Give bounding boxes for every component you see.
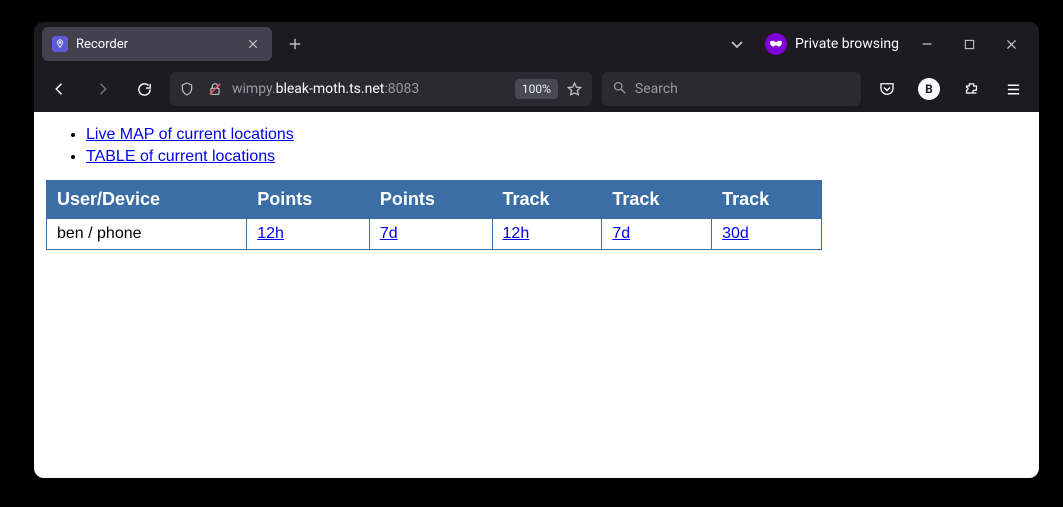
track-7d-link[interactable]: 7d [612,225,630,242]
top-links-list: Live MAP of current locations TABLE of c… [46,126,1027,166]
bookmark-star-icon[interactable] [564,81,586,98]
col-header: Track [492,181,602,219]
list-item: TABLE of current locations [86,148,1027,166]
tab-bar: Recorder Private browsing [34,22,1039,66]
search-icon [612,80,627,99]
points-12h-link[interactable]: 12h [257,225,284,242]
track-12h-link[interactable]: 12h [503,225,530,242]
private-browsing-indicator: Private browsing [765,33,899,55]
nav-toolbar: wimpy.bleak-moth.ts.net:8083 100% Search… [34,66,1039,112]
browser-window: Recorder Private browsing [34,22,1039,478]
window-minimize-icon[interactable] [913,30,941,58]
lock-insecure-icon[interactable] [204,81,226,97]
url-bar[interactable]: wimpy.bleak-moth.ts.net:8083 100% [170,72,592,106]
window-close-icon[interactable] [997,30,1025,58]
device-label: ben / phone [47,219,247,250]
col-header: Track [712,181,822,219]
devices-table: User/Device Points Points Track Track Tr… [46,180,822,250]
track-30d-link[interactable]: 30d [722,225,749,242]
col-header: Points [247,181,370,219]
list-item: Live MAP of current locations [86,126,1027,144]
extensions-icon[interactable] [955,73,987,105]
new-tab-button[interactable] [280,29,310,59]
url-text: wimpy.bleak-moth.ts.net:8083 [232,81,509,97]
zoom-badge[interactable]: 100% [515,79,558,99]
window-maximize-icon[interactable] [955,30,983,58]
menu-icon[interactable] [997,73,1029,105]
private-browsing-label: Private browsing [795,36,899,52]
col-header: Track [602,181,712,219]
back-button[interactable] [44,73,76,105]
table-locations-link[interactable]: TABLE of current locations [86,148,275,165]
search-placeholder: Search [635,81,678,97]
tab-recorder[interactable]: Recorder [42,27,272,61]
account-badge[interactable]: B [913,73,945,105]
tab-favicon-icon [52,36,68,52]
col-header: User/Device [47,181,247,219]
points-7d-link[interactable]: 7d [380,225,398,242]
col-header: Points [369,181,492,219]
page-viewport: Live MAP of current locations TABLE of c… [34,112,1039,478]
table-row: ben / phone 12h 7d 12h 7d 30d [47,219,822,250]
reload-button[interactable] [128,73,160,105]
tabs-dropdown-icon[interactable] [723,30,751,58]
search-bar[interactable]: Search [602,72,861,106]
shield-icon[interactable] [176,81,198,97]
forward-button [86,73,118,105]
tab-close-icon[interactable] [244,35,262,53]
pocket-icon[interactable] [871,73,903,105]
live-map-link[interactable]: Live MAP of current locations [86,126,294,143]
private-mask-icon [765,33,787,55]
tab-title: Recorder [76,37,236,52]
